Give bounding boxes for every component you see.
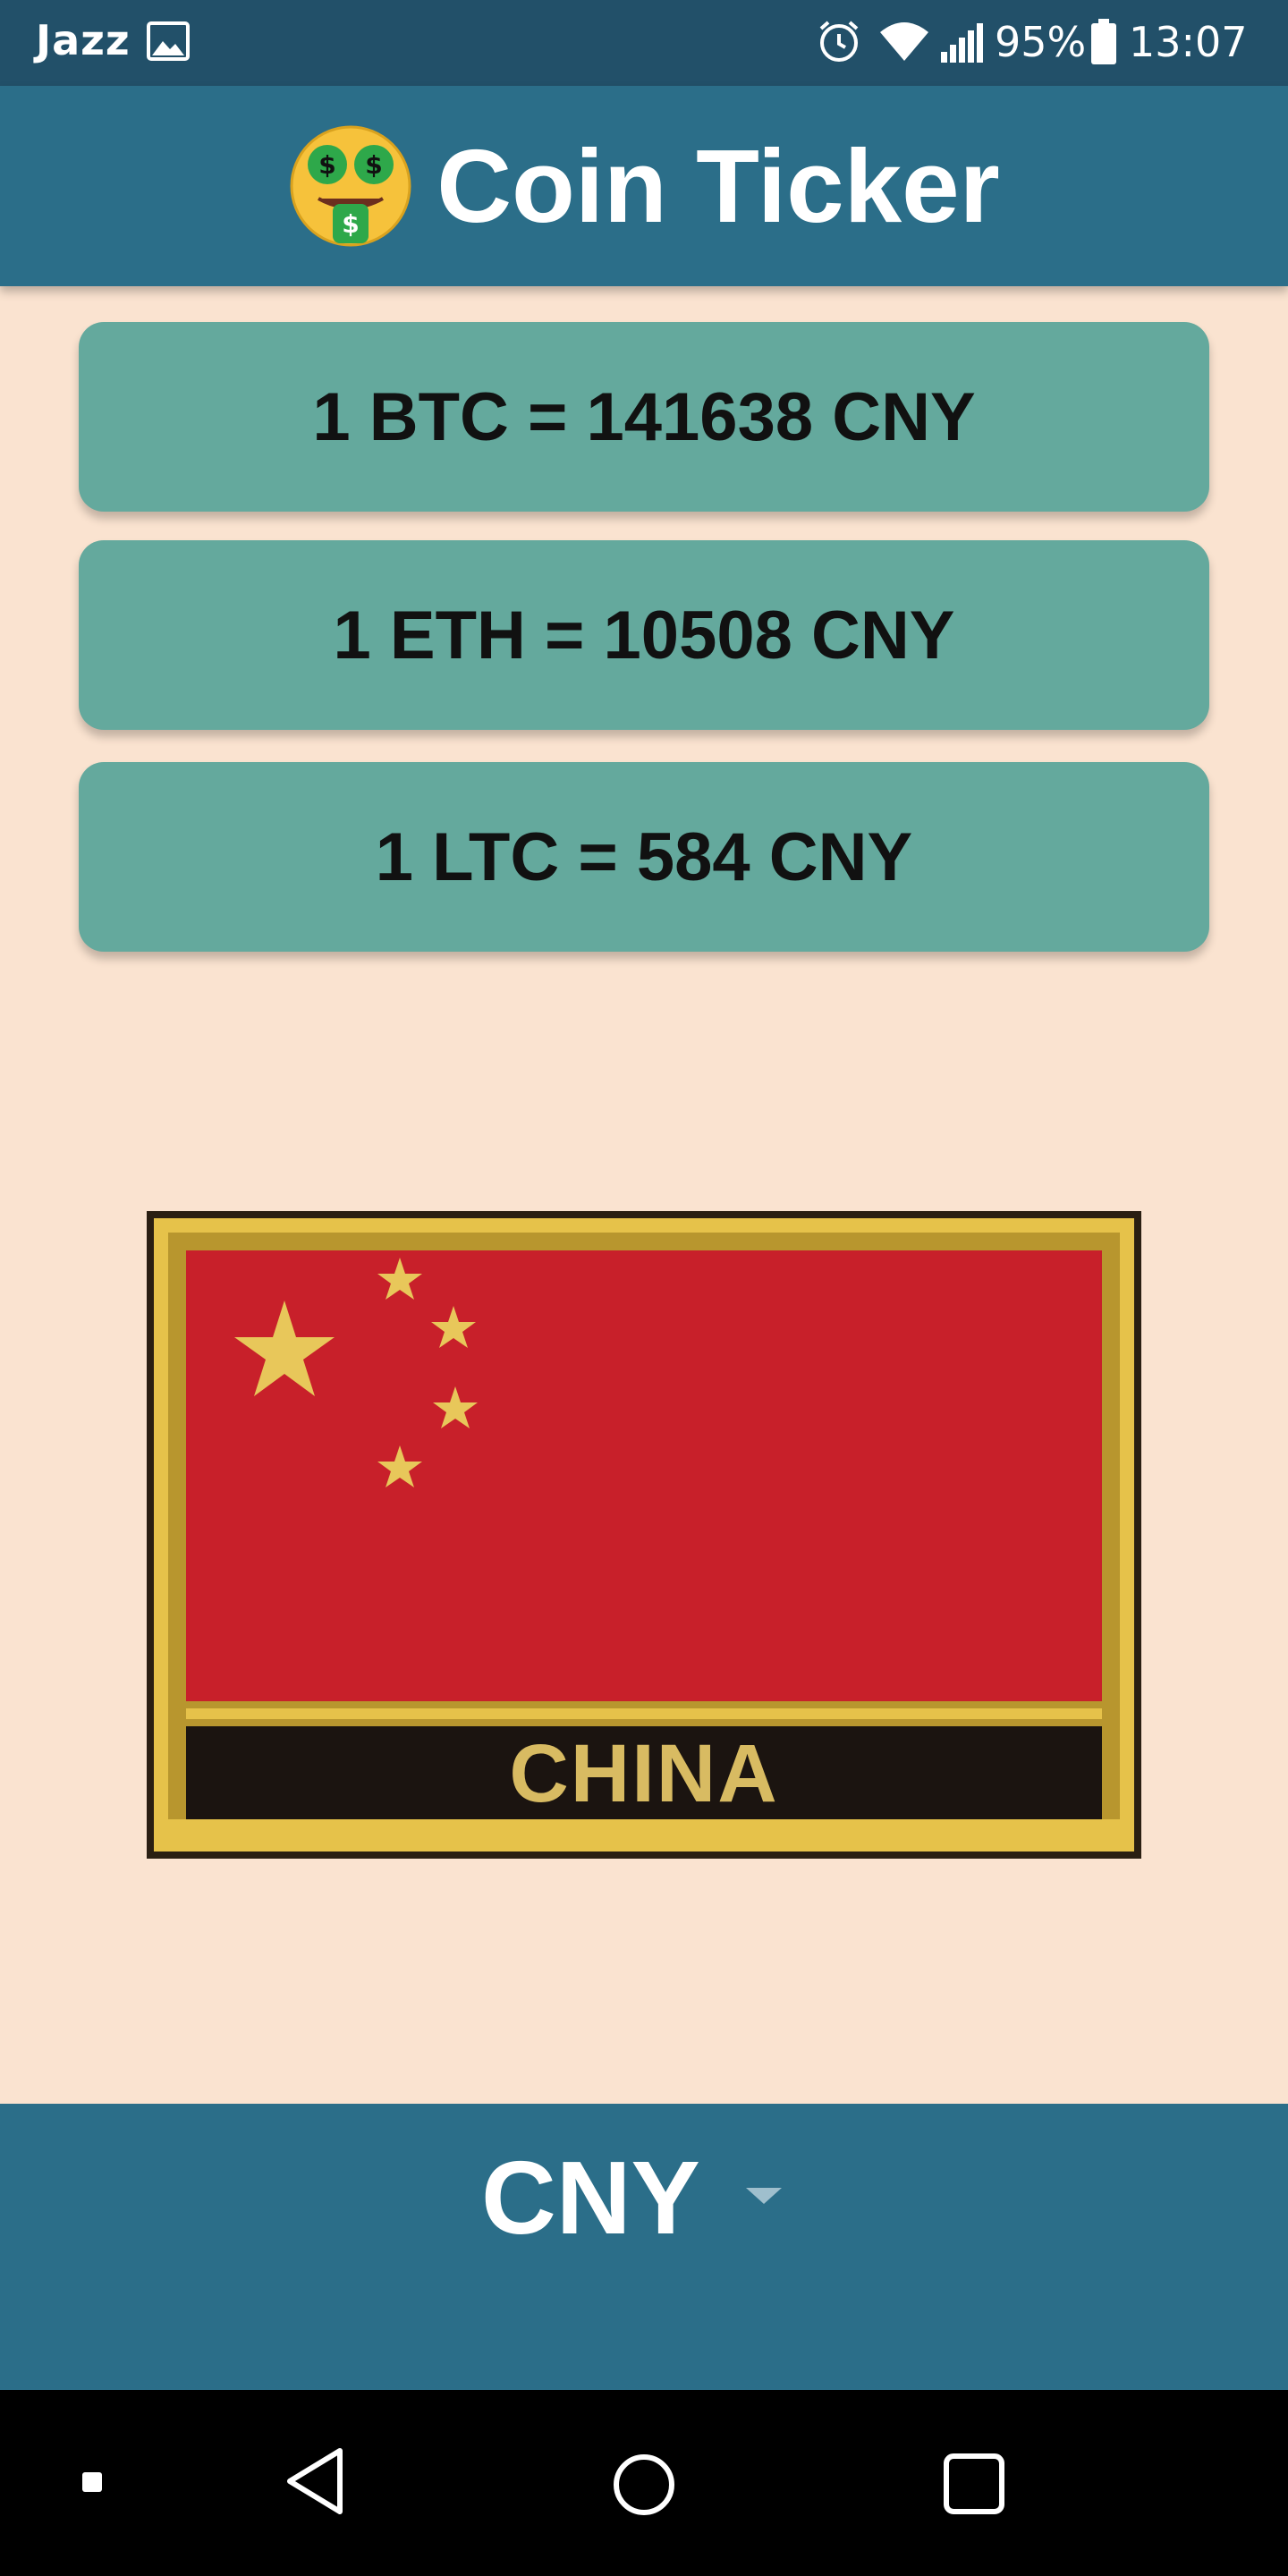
currency-picker-bar: CNY	[0, 2104, 1288, 2565]
selected-currency: CNY	[481, 2140, 700, 2256]
battery-icon	[1091, 19, 1116, 64]
svg-text:$: $	[365, 150, 382, 180]
rate-card-ltc: 1 LTC = 584 CNY	[79, 762, 1209, 952]
svg-text:$: $	[342, 209, 359, 239]
back-icon[interactable]	[284, 2445, 347, 2517]
battery-percent: 95%	[995, 18, 1087, 66]
flag-country-label: CHINA	[509, 1728, 778, 1819]
rate-card-btc: 1 BTC = 141638 CNY	[79, 322, 1209, 512]
app-title-text: Coin Ticker	[436, 128, 1000, 244]
alarm-icon	[819, 21, 859, 62]
carrier-name: Jazz	[36, 16, 131, 64]
signal-icon	[941, 23, 983, 63]
wifi-icon	[880, 22, 928, 61]
money-mouth-face-icon: $ $ $	[290, 125, 411, 247]
home-icon[interactable]	[612, 2453, 676, 2517]
gallery-icon	[147, 21, 190, 61]
dropdown-arrow-icon	[746, 2188, 782, 2204]
status-bar: Jazz 95% 13:07	[0, 0, 1288, 86]
app-bar: $ $ $ Coin Ticker	[0, 86, 1288, 286]
rate-card-eth: 1 ETH = 10508 CNY	[79, 540, 1209, 730]
menu-dot-icon[interactable]	[82, 2472, 102, 2492]
svg-text:$: $	[318, 150, 335, 180]
app-title: $ $ $ Coin Ticker	[0, 86, 1288, 286]
country-flag-image: CHINA	[147, 1211, 1141, 1859]
navigation-bar	[0, 2390, 1288, 2576]
recents-icon[interactable]	[943, 2453, 1005, 2515]
clock: 13:07	[1129, 18, 1248, 66]
